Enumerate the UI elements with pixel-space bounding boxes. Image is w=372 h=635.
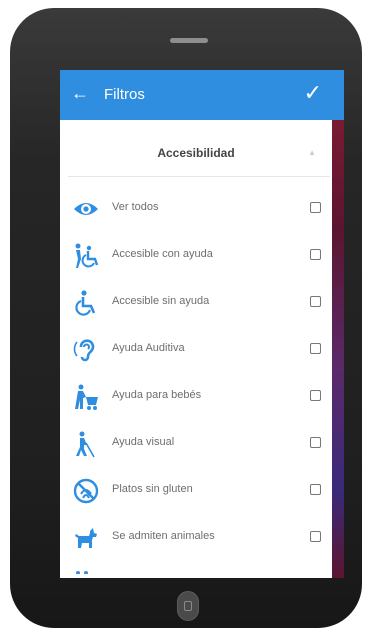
tablet-device-frame: ← Filtros ✓ Accesibilidad ▲ Ver todos Ac… bbox=[10, 8, 362, 628]
filter-list: Ver todos Accesible con ayuda Accesible … bbox=[60, 186, 332, 562]
eye-icon bbox=[72, 195, 100, 223]
blind-cane-icon bbox=[72, 430, 100, 458]
app-screen: ← Filtros ✓ Accesibilidad ▲ Ver todos Ac… bbox=[60, 70, 344, 578]
chevron-up-icon: ▲ bbox=[308, 148, 316, 157]
dog-icon bbox=[72, 524, 100, 552]
gluten-free-icon bbox=[72, 477, 100, 505]
arrow-left-icon[interactable]: ← bbox=[71, 83, 89, 103]
hearing-icon bbox=[72, 336, 100, 364]
filter-row-accesible-con-ayuda[interactable]: Accesible con ayuda bbox=[60, 233, 332, 280]
filter-label: Accesible con ayuda bbox=[112, 248, 213, 260]
filter-row-ayuda-visual[interactable]: Ayuda visual bbox=[60, 421, 332, 468]
filter-row-ver-todos[interactable]: Ver todos bbox=[60, 186, 332, 233]
home-button[interactable] bbox=[177, 591, 199, 621]
filter-row-ayuda-para-bebes[interactable]: Ayuda para bebés bbox=[60, 374, 332, 421]
partial-next-row-icon bbox=[72, 564, 92, 574]
filter-label: Ayuda para bebés bbox=[112, 389, 202, 401]
baby-stroller-icon bbox=[72, 383, 100, 411]
filter-checkbox[interactable] bbox=[310, 390, 321, 401]
filter-checkbox[interactable] bbox=[310, 202, 321, 213]
check-icon[interactable]: ✓ bbox=[304, 82, 322, 104]
filter-row-se-admiten-animales[interactable]: Se admiten animales bbox=[60, 515, 332, 562]
section-title: Accesibilidad bbox=[157, 146, 235, 160]
app-bar: ← Filtros ✓ bbox=[60, 70, 332, 120]
filter-row-platos-sin-gluten[interactable]: Platos sin gluten bbox=[60, 468, 332, 515]
filter-checkbox[interactable] bbox=[310, 343, 321, 354]
filter-label: Ayuda visual bbox=[112, 436, 175, 448]
wheelchair-icon bbox=[72, 289, 100, 317]
assisted-wheelchair-icon bbox=[72, 242, 100, 270]
filter-checkbox[interactable] bbox=[310, 531, 321, 542]
filter-checkbox[interactable] bbox=[310, 296, 321, 307]
filter-label: Se admiten animales bbox=[112, 530, 215, 542]
background-strip bbox=[332, 70, 344, 578]
filter-row-accesible-sin-ayuda[interactable]: Accesible sin ayuda bbox=[60, 280, 332, 327]
filter-label: Platos sin gluten bbox=[112, 483, 193, 495]
filter-checkbox[interactable] bbox=[310, 484, 321, 495]
divider bbox=[68, 176, 330, 177]
filter-label: Ver todos bbox=[112, 201, 159, 213]
page-title: Filtros bbox=[104, 86, 145, 103]
filter-label: Ayuda Auditiva bbox=[112, 342, 185, 354]
filter-checkbox[interactable] bbox=[310, 437, 321, 448]
filter-label: Accesible sin ayuda bbox=[112, 295, 210, 307]
filter-row-ayuda-auditiva[interactable]: Ayuda Auditiva bbox=[60, 327, 332, 374]
filter-checkbox[interactable] bbox=[310, 249, 321, 260]
home-button-glyph bbox=[184, 601, 192, 611]
section-header-accesibilidad[interactable]: Accesibilidad ▲ bbox=[60, 136, 332, 170]
speaker-grille bbox=[170, 38, 208, 43]
